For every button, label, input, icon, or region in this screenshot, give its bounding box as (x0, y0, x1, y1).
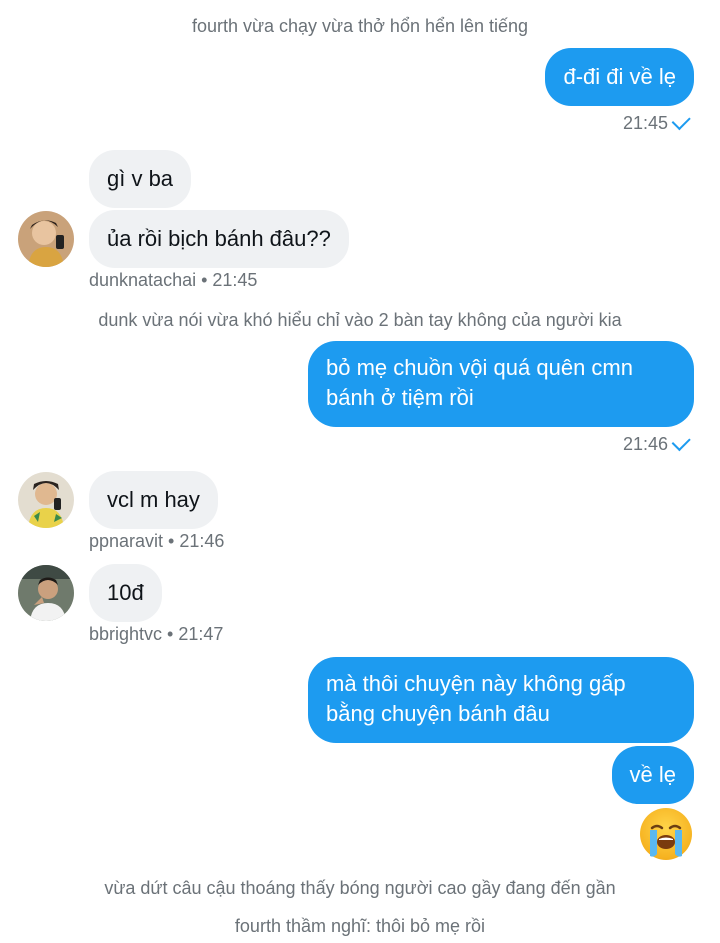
message-text: gì v ba (107, 166, 174, 191)
message-bubble-outgoing[interactable]: bỏ mẹ chuồn vội quá quên cmn bánh ở tiệm… (308, 341, 694, 427)
message-text: đ-đi đi về lẹ (563, 64, 676, 89)
message-bubble-incoming[interactable]: vcl m hay (89, 471, 218, 529)
avatar-bbrightvc[interactable] (18, 565, 74, 621)
narration-text: fourth thầm nghĩ: thôi bỏ mẹ rồi (234, 916, 486, 936)
message-meta: ppnaravit • 21:46 (89, 531, 225, 551)
message-timestamp: 21:45 (623, 111, 692, 134)
message-bubble-outgoing[interactable]: mà thôi chuyện này không gấp bằng chuyện… (308, 657, 694, 743)
message-text: 10đ (107, 580, 144, 605)
message-text: vcl m hay (107, 487, 200, 512)
narration-text: dunk vừa nói vừa khó hiểu chỉ vào 2 bàn … (98, 310, 622, 330)
message-meta: dunknatachai • 21:45 (89, 270, 258, 290)
message-text: ủa rồi bịch bánh đâu?? (107, 226, 331, 251)
narration-text: vừa dứt câu cậu thoáng thấy bóng người c… (104, 878, 616, 898)
message-bubble-incoming[interactable]: 10đ (89, 564, 162, 622)
message-text: về lẹ (629, 762, 676, 787)
avatar-ppnaravit[interactable] (18, 472, 74, 528)
message-timestamp: 21:46 (623, 432, 692, 455)
message-bubble-outgoing[interactable]: đ-đi đi về lẹ (545, 48, 694, 106)
message-bubble-incoming[interactable]: gì v ba (89, 150, 192, 208)
message-text-line: bỏ mẹ chuồn vội quá quên cmn (326, 355, 633, 380)
message-bubble-incoming[interactable]: ủa rồi bịch bánh đâu?? (89, 210, 349, 268)
message-bubble-outgoing[interactable]: về lẹ (611, 746, 694, 804)
read-check-icon (671, 432, 691, 452)
avatar-dunknatachai[interactable] (18, 211, 74, 267)
message-meta: bbrightvc • 21:47 (89, 624, 224, 644)
read-check-icon (671, 111, 691, 131)
message-text-line: mà thôi chuyện này không gấp (326, 671, 626, 696)
message-text-line: bằng chuyện bánh đâu (326, 701, 550, 726)
message-text-line: bánh ở tiệm rồi (326, 385, 474, 410)
narration-text: fourth vừa chạy vừa thở hổn hển lên tiến… (191, 16, 529, 36)
loudly-crying-face-icon[interactable] (640, 808, 692, 860)
